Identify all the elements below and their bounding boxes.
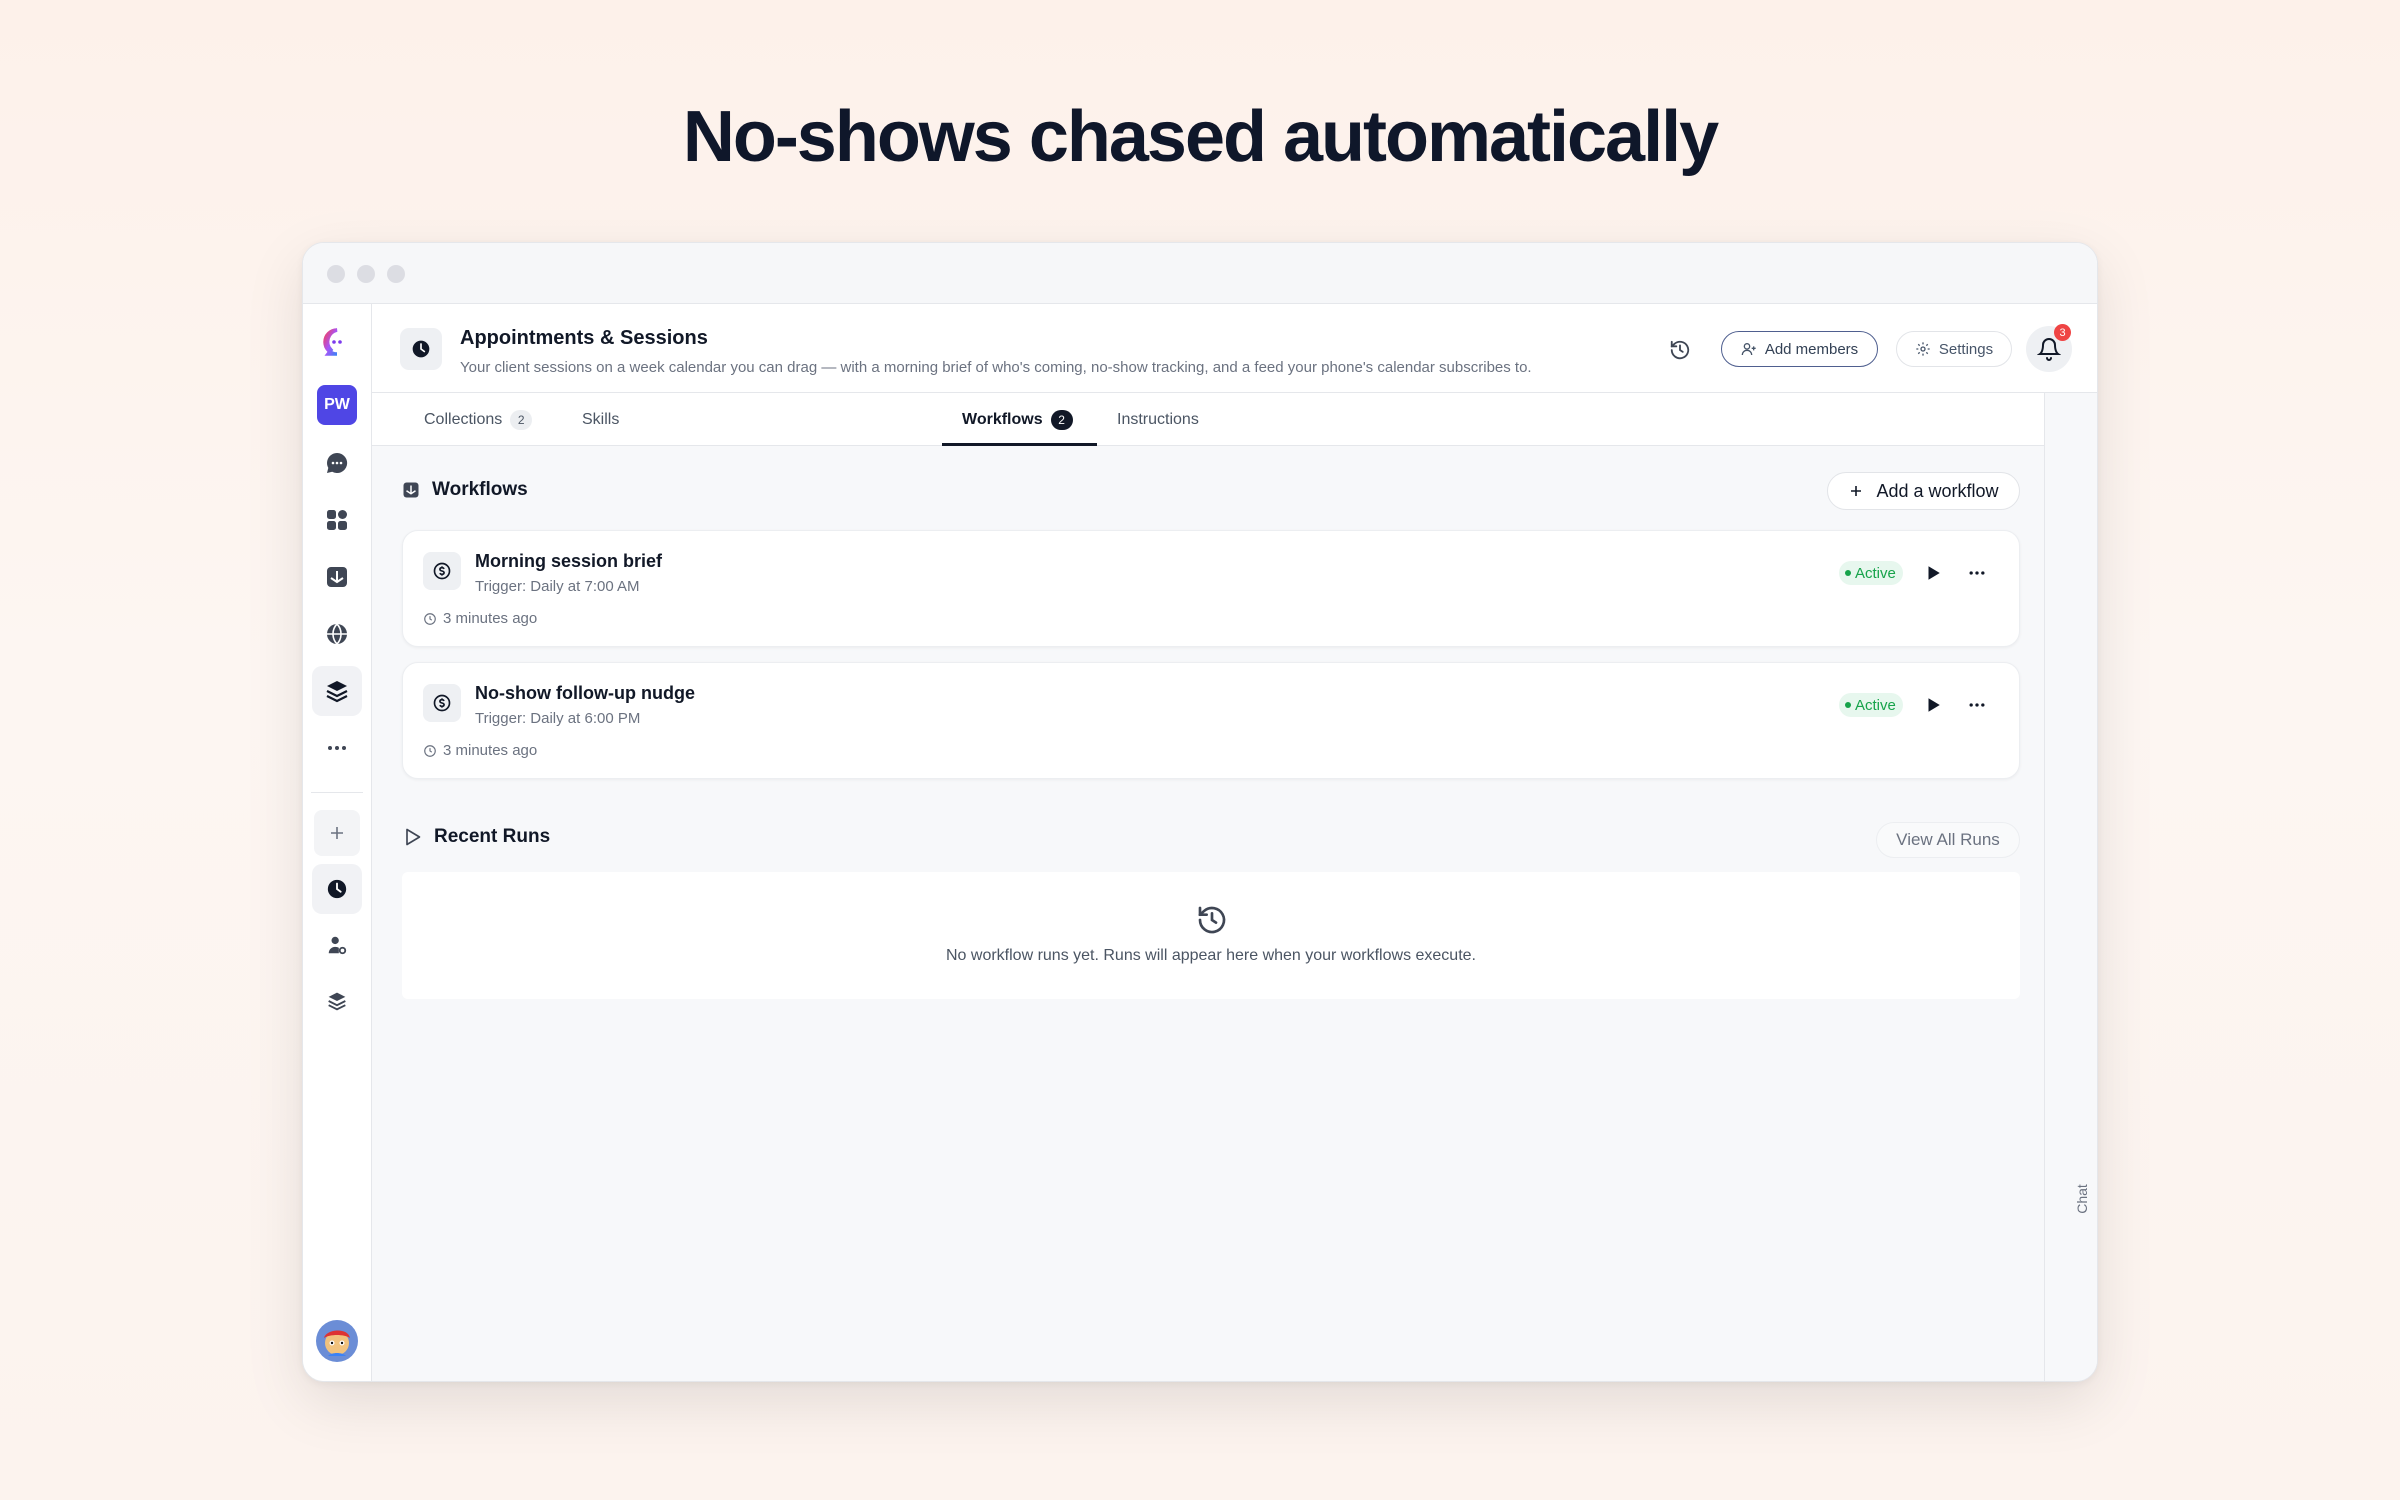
workflows-content: Workflows Add a workflow Morning session…	[372, 446, 2044, 1381]
plus-icon	[1851, 486, 1862, 496]
history-icon	[1195, 903, 1229, 937]
sidebar: PW	[303, 304, 372, 1381]
more-horizontal-icon	[1969, 571, 1985, 575]
add-members-label: Add members	[1764, 340, 1859, 358]
history-icon[interactable]	[1666, 336, 1694, 364]
tab-count-badge: 2	[510, 409, 533, 430]
window-close-dot[interactable]	[327, 265, 345, 283]
sidebar-divider	[311, 792, 363, 793]
page-header: Appointments & Sessions Your client sess…	[372, 304, 2097, 393]
status-dot	[1845, 570, 1851, 576]
globe-icon[interactable]	[312, 609, 362, 659]
view-all-runs-button[interactable]: View All Runs	[1876, 822, 2020, 858]
layers-icon[interactable]	[312, 666, 362, 716]
recent-runs-section-header: Recent Runs	[402, 826, 550, 848]
bell-icon	[2037, 338, 2061, 361]
clock-outline-icon	[424, 744, 436, 757]
plus-icon[interactable]	[314, 810, 360, 856]
play-icon	[1928, 566, 1940, 580]
user-avatar[interactable]	[312, 1316, 362, 1366]
page-description: Your client sessions on a week calendar …	[460, 359, 1532, 376]
workflow-card[interactable]: Morning session brief Trigger: Daily at …	[402, 530, 2020, 647]
clock-icon[interactable]	[312, 864, 362, 914]
status-dot	[1845, 702, 1851, 708]
runs-empty-state: No workflow runs yet. Runs will appear h…	[402, 872, 2020, 999]
grid-icon[interactable]	[312, 495, 362, 545]
workflow-updated-text: 3 minutes ago	[443, 610, 538, 627]
window-minimize-dot[interactable]	[357, 265, 375, 283]
main-area: Appointments & Sessions Your client sess…	[372, 304, 2097, 1381]
stack-icon[interactable]	[312, 976, 362, 1026]
inbox-icon	[403, 482, 419, 498]
workflows-section-title: Workflows	[432, 479, 528, 500]
chat-rail-label: Chat	[2073, 1184, 2090, 1214]
inbox-icon[interactable]	[312, 552, 362, 602]
window-zoom-dot[interactable]	[387, 265, 405, 283]
chat-rail[interactable]	[2044, 393, 2097, 1381]
more-horizontal-icon[interactable]	[312, 723, 362, 773]
workflow-title: No-show follow-up nudge	[475, 683, 695, 703]
app-logo-icon[interactable]	[312, 318, 362, 368]
tab-label: Workflows	[962, 410, 1043, 428]
workspace-initials: PW	[317, 385, 357, 425]
page-title: Appointments & Sessions	[460, 327, 708, 349]
runs-empty-text: No workflow runs yet. Runs will appear h…	[945, 947, 1476, 964]
workflow-title: Morning session brief	[475, 551, 663, 571]
tab-workflows[interactable]: Workflows 2	[962, 393, 1073, 446]
workflow-more-button[interactable]	[1965, 561, 1989, 585]
notification-count-badge: 3	[2054, 324, 2071, 341]
status-text: Active	[1855, 696, 1896, 714]
tab-label: Instructions	[1117, 410, 1199, 428]
add-members-button[interactable]: Add members	[1721, 331, 1878, 367]
workflow-trigger: Trigger: Daily at 6:00 PM	[475, 710, 641, 727]
workflow-icon	[423, 684, 461, 722]
tab-collections[interactable]: Collections 2	[424, 393, 533, 446]
run-workflow-button[interactable]	[1921, 693, 1945, 717]
add-workflow-button[interactable]: Add a workflow	[1827, 472, 2020, 510]
workflow-more-button[interactable]	[1965, 693, 1989, 717]
play-outline-icon	[406, 828, 421, 846]
tab-bar: Collections 2 Skills Workflows 2 Instruc…	[372, 393, 2044, 446]
workflows-section-header: Workflows	[402, 479, 528, 501]
tab-label: Collections	[424, 410, 503, 428]
workflow-updated-text: 3 minutes ago	[443, 742, 538, 759]
tab-skills[interactable]: Skills	[582, 393, 619, 446]
play-icon	[1928, 698, 1940, 712]
app-window: PW Appointments & Sessions Your client s…	[302, 242, 2098, 1382]
status-badge: Active	[1839, 693, 1903, 717]
status-badge: Active	[1839, 561, 1903, 585]
status-text: Active	[1855, 564, 1896, 582]
workflow-updated: 3 minutes ago	[423, 610, 537, 627]
user-plus-icon	[1741, 343, 1756, 356]
collection-clock-icon	[400, 328, 442, 370]
settings-button[interactable]: Settings	[1896, 331, 2012, 367]
tab-count-badge: 2	[1050, 409, 1073, 430]
workflow-updated: 3 minutes ago	[423, 742, 537, 759]
user-gear-icon[interactable]	[312, 920, 362, 970]
workflow-trigger: Trigger: Daily at 7:00 AM	[475, 578, 640, 595]
recent-runs-title: Recent Runs	[434, 826, 551, 847]
more-horizontal-icon	[1969, 703, 1985, 707]
add-workflow-label: Add a workflow	[1876, 480, 1999, 501]
window-titlebar	[303, 243, 2097, 304]
clock-outline-icon	[424, 612, 436, 625]
chat-bubble-icon[interactable]	[312, 438, 362, 488]
page-headline: No-shows chased automatically	[682, 97, 1719, 177]
run-workflow-button[interactable]	[1921, 561, 1945, 585]
tab-instructions[interactable]: Instructions	[1117, 393, 1199, 446]
workspace-avatar[interactable]: PW	[312, 380, 362, 430]
workflow-card[interactable]: No-show follow-up nudge Trigger: Daily a…	[402, 662, 2020, 779]
gear-icon	[1916, 342, 1930, 356]
tab-label: Skills	[582, 410, 620, 428]
settings-label: Settings	[1938, 340, 1994, 358]
workflow-icon	[423, 552, 461, 590]
